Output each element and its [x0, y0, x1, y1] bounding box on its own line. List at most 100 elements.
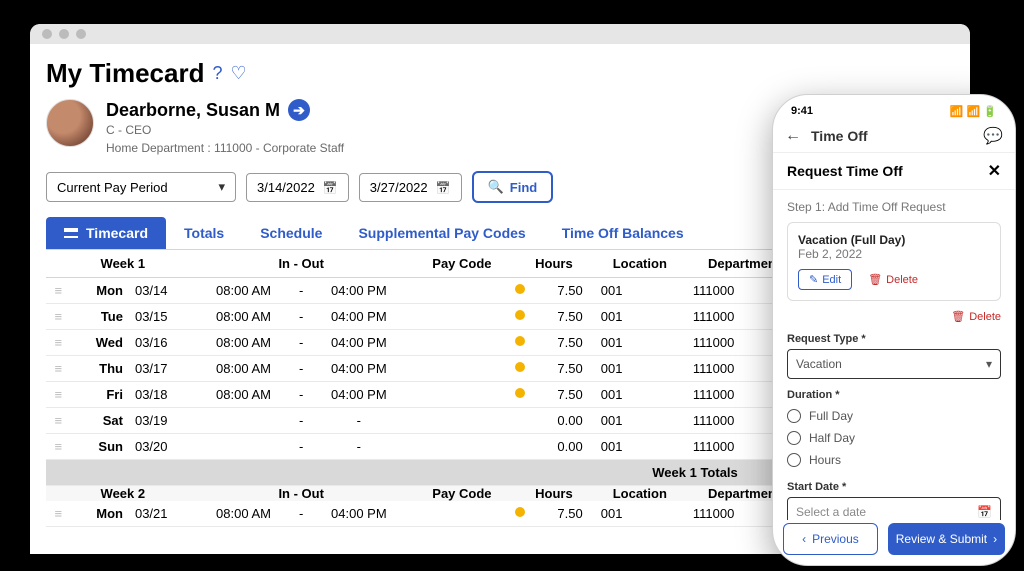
help-icon[interactable]: ? [212, 63, 222, 84]
cell-paycode[interactable] [407, 278, 517, 304]
start-date-input[interactable]: 3/14/2022 [246, 173, 349, 202]
edit-button[interactable]: ✎Edit [798, 269, 852, 290]
drag-handle-icon[interactable]: ≡ [46, 278, 71, 304]
cell-out[interactable]: - [311, 434, 407, 460]
cell-in[interactable] [196, 408, 292, 434]
cell-paycode[interactable] [407, 408, 517, 434]
cell-paycode[interactable] [407, 330, 517, 356]
cell-in[interactable] [196, 434, 292, 460]
delete-button[interactable]: 🗑Delete [868, 273, 918, 286]
cell-hours: 7.50 [517, 330, 591, 356]
review-submit-button[interactable]: Review & Submit› [888, 523, 1005, 555]
cell-paycode[interactable] [407, 501, 517, 527]
tab-timecard[interactable]: Timecard [46, 217, 166, 249]
window-dot [42, 29, 52, 39]
cell-hours: 7.50 [517, 304, 591, 330]
cell-location: 001 [591, 501, 689, 527]
radio-label: Half Day [809, 431, 855, 445]
drag-handle-icon[interactable]: ≡ [46, 434, 71, 460]
drag-handle-icon[interactable]: ≡ [46, 382, 71, 408]
col-inout: In - Out [196, 250, 407, 278]
cell-in[interactable]: 08:00 AM [196, 356, 292, 382]
delete-label: Delete [886, 274, 918, 286]
request-type-select[interactable]: Vacation ▾ [787, 349, 1001, 379]
tab-balances[interactable]: Time Off Balances [544, 217, 702, 249]
status-time: 9:41 [791, 105, 813, 118]
sheet-title: Request Time Off [787, 163, 903, 179]
window-dot [76, 29, 86, 39]
chevron-down-icon: ▾ [986, 357, 992, 371]
employee-name: Dearborne, Susan M [106, 100, 280, 121]
cell-in[interactable]: 08:00 AM [196, 304, 292, 330]
drag-handle-icon[interactable]: ≡ [46, 304, 71, 330]
employee-next-icon[interactable]: ➔ [288, 99, 310, 121]
cell-out[interactable]: 04:00 PM [311, 382, 407, 408]
cell-location: 001 [591, 330, 689, 356]
cell-dash: - [291, 330, 311, 356]
delete-all-button[interactable]: 🗑Delete [951, 310, 1001, 323]
find-button[interactable]: 🔍 Find [472, 171, 554, 203]
drag-handle-icon[interactable]: ≡ [46, 501, 71, 527]
cell-out[interactable]: 04:00 PM [311, 278, 407, 304]
cell-dash: - [291, 434, 311, 460]
cell-in[interactable]: 08:00 AM [196, 278, 292, 304]
titlebar [30, 24, 970, 44]
back-icon[interactable] [785, 127, 801, 145]
cell-location: 001 [591, 408, 689, 434]
cell-date: 03/16 [127, 330, 196, 356]
step-label: Step 1: Add Time Off Request [787, 200, 1001, 214]
window-dot [59, 29, 69, 39]
drag-handle-icon[interactable]: ≡ [46, 330, 71, 356]
chat-icon[interactable]: 💬 [983, 126, 1003, 146]
col-hours: Hours [517, 250, 591, 278]
duration-label: Duration * [787, 389, 1001, 401]
col-week: Week 1 [71, 250, 196, 278]
coin-icon [515, 310, 525, 320]
heart-icon[interactable]: ♡ [231, 63, 247, 84]
tab-schedule[interactable]: Schedule [242, 217, 340, 249]
cell-date: 03/21 [127, 501, 196, 527]
cell-out[interactable]: 04:00 PM [311, 501, 407, 527]
cell-in[interactable]: 08:00 AM [196, 330, 292, 356]
edit-label: Edit [822, 274, 841, 286]
cell-paycode[interactable] [407, 356, 517, 382]
start-date-input[interactable]: Select a date 📅 [787, 497, 1001, 520]
radio-hours[interactable]: Hours [787, 449, 1001, 471]
drag-handle-icon[interactable]: ≡ [46, 408, 71, 434]
coin-icon [515, 388, 525, 398]
radio-half-day[interactable]: Half Day [787, 427, 1001, 449]
tab-supplemental[interactable]: Supplemental Pay Codes [340, 217, 543, 249]
cell-day: Tue [71, 304, 127, 330]
cell-in[interactable]: 08:00 AM [196, 382, 292, 408]
employee-role: C - CEO [106, 121, 801, 139]
card-subtitle: Feb 2, 2022 [798, 247, 990, 261]
cell-in[interactable]: 08:00 AM [196, 501, 292, 527]
tab-totals[interactable]: Totals [166, 217, 242, 249]
cell-location: 001 [591, 304, 689, 330]
chevron-left-icon: ‹ [802, 532, 806, 546]
avatar[interactable] [46, 99, 94, 147]
previous-button[interactable]: ‹Previous [783, 523, 878, 555]
phone-notch [839, 95, 949, 117]
cell-date: 03/20 [127, 434, 196, 460]
cell-out[interactable]: - [311, 408, 407, 434]
cell-day: Sun [71, 434, 127, 460]
cell-hours: 7.50 [517, 356, 591, 382]
coin-icon [515, 507, 525, 517]
cell-out[interactable]: 04:00 PM [311, 356, 407, 382]
end-date-input[interactable]: 3/27/2022 [359, 173, 462, 202]
cell-paycode[interactable] [407, 304, 517, 330]
cell-out[interactable]: 04:00 PM [311, 330, 407, 356]
menu-icon [64, 228, 78, 238]
radio-full-day[interactable]: Full Day [787, 405, 1001, 427]
cell-out[interactable]: 04:00 PM [311, 304, 407, 330]
cell-hours: 7.50 [517, 278, 591, 304]
close-icon[interactable]: ✕ [988, 161, 1001, 181]
cell-location: 001 [591, 434, 689, 460]
request-card: Vacation (Full Day) Feb 2, 2022 ✎Edit 🗑D… [787, 222, 1001, 301]
drag-handle-icon[interactable]: ≡ [46, 356, 71, 382]
cell-paycode[interactable] [407, 434, 517, 460]
cell-hours: 0.00 [517, 434, 591, 460]
cell-paycode[interactable] [407, 382, 517, 408]
pay-period-select[interactable]: Current Pay Period [46, 172, 236, 202]
